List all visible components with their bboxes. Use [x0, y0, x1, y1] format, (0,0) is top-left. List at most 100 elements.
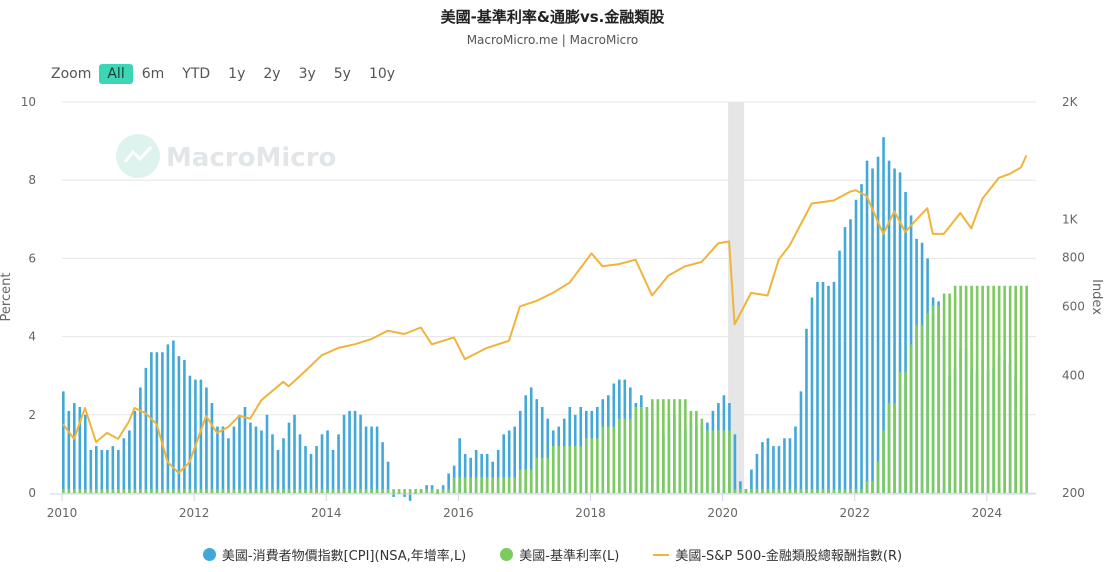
rate-bar	[959, 285, 962, 493]
rate-bar	[623, 418, 627, 493]
rate-bar	[216, 489, 219, 493]
rate-bar	[117, 489, 120, 493]
rate-bar	[359, 489, 362, 493]
cpi-bar	[733, 434, 737, 493]
cpi-bar	[876, 156, 880, 494]
cpi-bar	[188, 375, 192, 493]
cpi-bar	[772, 446, 775, 493]
cpi-bar	[287, 422, 291, 493]
left-tick-label: 8	[28, 173, 36, 187]
cpi-bar	[843, 227, 847, 493]
rate-bar	[562, 446, 566, 493]
rate-bar	[320, 489, 324, 493]
legend-item-rate[interactable]: 美國-基準利率(L)	[500, 545, 619, 564]
cpi-bar	[95, 446, 98, 493]
rate-bar	[436, 489, 439, 493]
cpi-bar	[865, 160, 869, 493]
cpi-bar	[161, 352, 164, 493]
rate-bar	[849, 489, 852, 493]
rate-bar	[502, 477, 505, 493]
rate-bar	[128, 489, 131, 493]
cpi-bar	[827, 285, 830, 493]
rate-bar	[937, 305, 940, 493]
rate-bar	[540, 457, 544, 493]
rate-bar	[634, 406, 638, 493]
cpi-bar	[172, 340, 175, 493]
rate-bar	[584, 438, 588, 493]
cpi-bar	[249, 422, 252, 493]
rate-bar	[315, 489, 318, 493]
rate-bar	[733, 489, 737, 493]
rate-bar	[529, 469, 533, 493]
x-tick-label: 2024	[972, 506, 1003, 520]
rate-bar	[1014, 285, 1017, 493]
cpi-bar	[810, 297, 814, 493]
cpi-bar	[353, 410, 357, 493]
cpi-bar	[326, 430, 329, 493]
legend-item-cpi[interactable]: 美國-消費者物價指數[CPI](NSA,年增率,L)	[202, 545, 466, 564]
rate-bar	[282, 489, 285, 493]
rate-bar	[1008, 285, 1012, 493]
cpi-bar	[243, 406, 247, 493]
rate-bar	[739, 489, 742, 493]
rate-bar	[172, 489, 175, 493]
rate-bar	[276, 489, 280, 493]
rate-bar	[865, 481, 869, 493]
rate-bar	[766, 489, 770, 493]
rate-bar	[821, 489, 825, 493]
rate-bar	[419, 489, 423, 493]
cpi-bar	[210, 403, 214, 493]
right-tick-label: 200	[1062, 486, 1085, 500]
x-tick-label: 2014	[311, 506, 342, 520]
cpi-bar	[370, 426, 373, 493]
rate-bar	[618, 418, 621, 493]
rate-bar	[805, 489, 808, 493]
rate-bar	[827, 489, 830, 493]
cpi-bar	[271, 434, 274, 493]
cpi-bar	[205, 387, 208, 493]
rate-bar	[265, 489, 269, 493]
rate-bar	[640, 406, 643, 493]
cpi-bar	[260, 430, 263, 493]
rate-bar	[931, 305, 935, 493]
cpi-bar	[364, 426, 368, 493]
rate-bar	[568, 446, 572, 493]
cpi-bar	[331, 449, 335, 493]
cpi-bar	[755, 453, 759, 493]
rate-bar	[645, 406, 649, 493]
chart-plot-area: MacroMicro 0 2 4 6 8 10 200 400 600 800 1K 2K 2010 20…	[0, 95, 1104, 520]
cpi-bar	[821, 281, 825, 493]
rate-bar	[673, 399, 676, 493]
rate-bar	[942, 293, 946, 493]
rate-bar	[887, 403, 891, 493]
rate-bar	[507, 477, 511, 493]
cpi-bar	[386, 461, 390, 493]
cpi-bar	[84, 414, 87, 493]
rate-bar	[513, 477, 517, 493]
rate-bar	[750, 489, 753, 493]
rate-bar	[695, 410, 698, 493]
right-tick-label: 600	[1062, 299, 1085, 313]
rate-bar	[381, 489, 384, 493]
cpi-bar	[122, 438, 126, 493]
rate-bar	[144, 489, 148, 493]
cpi-bar	[221, 426, 225, 493]
rate-bar	[794, 489, 797, 493]
rate-bar	[629, 418, 632, 493]
cpi-bar	[183, 360, 186, 493]
rate-bar	[816, 489, 819, 493]
rate-bar	[948, 293, 951, 493]
rate-bar	[469, 477, 472, 493]
rate-bar	[375, 489, 379, 493]
rate-bar	[177, 489, 181, 493]
cpi-bar	[133, 410, 137, 493]
rate-bar	[100, 489, 104, 493]
rate-bar	[309, 489, 313, 493]
rate-bar	[744, 489, 748, 493]
rate-bar	[535, 457, 539, 493]
rate-bar	[953, 285, 957, 493]
cpi-bar	[67, 410, 71, 493]
legend-item-sp500[interactable]: 美國-S&P 500-金融類股總報酬指數(R)	[653, 545, 902, 564]
cpi-bar	[777, 446, 781, 493]
rate-bar	[524, 469, 528, 493]
